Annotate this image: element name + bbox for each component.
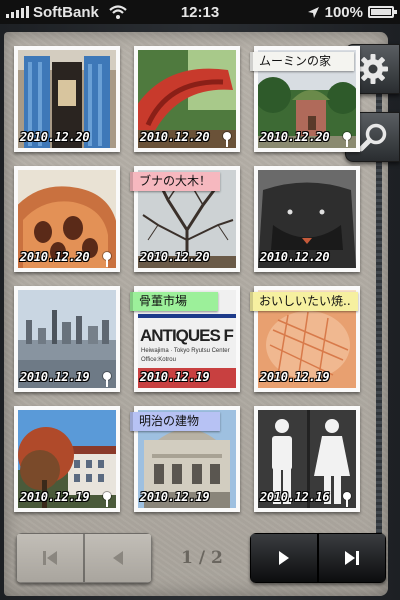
pager-forward-group bbox=[250, 533, 386, 583]
photo-thumbnail[interactable]: 2010.12.16 bbox=[254, 406, 360, 512]
photo-date: 2010.12.20 bbox=[140, 250, 210, 264]
photo-thumbnail[interactable]: 2010.12.20 ブナの大木！ bbox=[130, 166, 240, 272]
photo-thumbnail[interactable]: 2010.12.19 明治の建物 bbox=[130, 406, 240, 512]
photo-caption-tag: 明治の建物 bbox=[130, 412, 220, 431]
signal-icon bbox=[6, 6, 29, 18]
photo-thumbnail[interactable]: 2010.12.20 bbox=[134, 46, 240, 152]
magnifier-icon bbox=[358, 123, 386, 152]
photo-date: 2010.12.19 bbox=[260, 370, 330, 384]
photo-date: 2010.12.20 bbox=[260, 250, 330, 264]
photo-caption-tag: ムーミンの家 bbox=[250, 52, 354, 71]
photo-date: 2010.12.20 bbox=[140, 130, 210, 144]
location-arrow-icon bbox=[307, 6, 319, 18]
photo-grid: 2010.12.20 2010.12.20 2010.12.20 ムーミンの家 … bbox=[14, 46, 360, 512]
photo-thumbnail[interactable]: 2010.12.19 おいしいたい焼.. bbox=[250, 286, 360, 392]
page-indicator: 1 / 2 bbox=[181, 548, 223, 568]
photo-date: 2010.12.20 bbox=[20, 250, 90, 264]
photo-thumbnail[interactable]: ANTIQUES F Heiwajima · Tokyo Ryutsu Cent… bbox=[130, 286, 240, 392]
next-icon bbox=[279, 551, 289, 565]
wifi-icon bbox=[109, 5, 127, 19]
photo-date: 2010.12.19 bbox=[20, 370, 90, 384]
photo-thumbnail[interactable]: 2010.12.20 ムーミンの家 bbox=[250, 46, 360, 152]
photo-caption-tag: ブナの大木！ bbox=[130, 172, 220, 191]
next-page-button[interactable] bbox=[250, 533, 318, 583]
location-pin-icon bbox=[103, 252, 111, 267]
last-page-button[interactable] bbox=[318, 533, 386, 583]
previous-icon bbox=[113, 551, 123, 565]
photo-date: 2010.12.20 bbox=[260, 130, 330, 144]
photo-date: 2010.12.19 bbox=[140, 370, 210, 384]
gear-icon bbox=[357, 54, 388, 84]
location-pin-icon bbox=[103, 492, 111, 507]
pager-back-group bbox=[16, 533, 152, 583]
sign-subtext: Heiwajima · Tokyo Ryutsu Center bbox=[141, 348, 230, 354]
sign-text: ANTIQUES F bbox=[140, 326, 234, 345]
location-pin-icon bbox=[223, 132, 231, 147]
battery-percent: 100% bbox=[324, 3, 363, 21]
sign-subtext-2: Office:Kotrou bbox=[141, 357, 176, 363]
first-page-button[interactable] bbox=[16, 533, 84, 583]
photo-caption-tag: おいしいたい焼.. bbox=[250, 292, 358, 311]
photo-thumbnail[interactable]: 2010.12.19 bbox=[14, 286, 120, 392]
location-pin-icon bbox=[343, 492, 351, 507]
photo-date: 2010.12.19 bbox=[20, 490, 90, 504]
photo-date: 2010.12.19 bbox=[140, 490, 210, 504]
photo-thumbnail[interactable]: 2010.12.20 bbox=[14, 166, 120, 272]
photo-date: 2010.12.16 bbox=[260, 490, 330, 504]
location-pin-icon bbox=[343, 132, 351, 147]
photo-thumbnail[interactable]: 2010.12.20 bbox=[254, 166, 360, 272]
previous-page-button[interactable] bbox=[84, 533, 152, 583]
battery-icon bbox=[368, 6, 397, 18]
photo-date: 2010.12.20 bbox=[20, 130, 90, 144]
carrier-label: SoftBank bbox=[33, 3, 99, 21]
skip-first-icon bbox=[43, 551, 57, 565]
photo-caption-tag: 骨董市場 bbox=[130, 292, 218, 311]
skip-last-icon bbox=[345, 551, 359, 565]
pager: 1 / 2 bbox=[16, 533, 388, 583]
photo-thumbnail[interactable]: 2010.12.19 bbox=[14, 406, 120, 512]
photo-thumbnail[interactable]: 2010.12.20 bbox=[14, 46, 120, 152]
status-bar: SoftBank 12:13 100% bbox=[0, 0, 400, 24]
location-pin-icon bbox=[103, 372, 111, 387]
